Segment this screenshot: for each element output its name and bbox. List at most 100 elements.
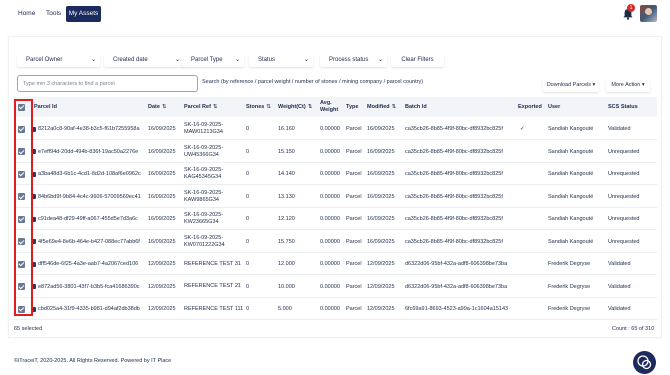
cell-exported: [520, 253, 532, 275]
sort-icon[interactable]: ⇅: [266, 104, 271, 110]
table-row[interactable]: e872ad56-3801-43f7-b3b5-fca41686390c 12/0…: [14, 276, 657, 298]
cell-parcel-id: 8212a0c8-90af-4e38-b3c5-f61b7255958a: [38, 126, 140, 132]
cell-parcel-id: c91dea48-df29-49ff-a067-455d5e7d3a6c: [38, 216, 138, 222]
table-row[interactable]: 8212a0c8-90af-4e38-b3c5-f61b7255958a 16/0…: [14, 118, 657, 140]
cell-date: 12/09/2025: [148, 283, 176, 290]
cell-weight: 15.150: [278, 148, 295, 155]
cell-weight: 13.130: [278, 193, 295, 200]
sort-icon[interactable]: ⇅: [213, 104, 218, 110]
cell-modified: 16/09/2025: [367, 238, 395, 245]
cell-stones: 0: [246, 126, 250, 132]
cell-exported: [520, 276, 532, 298]
cell-parcel-id: dff546de-6f25-4a3e-aab7-4a2067ced106: [38, 261, 139, 267]
parcel-search-input[interactable]: [17, 75, 198, 92]
cell-modified: 12/09/2025: [367, 283, 395, 290]
cell-batch-id: d6322d06-95bf-432a-adf8-606398be73ba: [405, 261, 508, 267]
chat-support-button[interactable]: [633, 351, 656, 374]
cell-modified: 16/09/2025: [367, 216, 395, 222]
cell-parcel-ref: SK-16-09-2025-KAG45345G34: [184, 167, 224, 180]
cell-parcel-id: cbd025a4-31f9-4335-b981-d94af2db38db: [38, 306, 140, 312]
cell-stones: 0: [246, 283, 250, 290]
table-row[interactable]: a3ba48d3-6b1c-4cd1-8d2d-108af6e0962c 16/0…: [14, 163, 657, 185]
cell-type: Parcel: [346, 261, 362, 267]
filter-label: Created date: [113, 57, 148, 63]
cell-parcel-id: 4f5e69e4-8e6b-464e-b427-088ec77abb6f: [38, 238, 140, 245]
col-weight[interactable]: Weight(Ct) ⇅: [278, 97, 312, 117]
filter-parcel-type[interactable]: Parcel Type ⌄: [182, 54, 244, 67]
cell-exported: ✓: [520, 126, 525, 132]
cell-date: 16/09/2025: [148, 216, 176, 222]
cell-exported: [520, 141, 532, 163]
table-row[interactable]: dff546de-6f25-4a3e-aab7-4a2067ced106 12/0…: [14, 253, 657, 275]
table-row[interactable]: cbd025a4-31f9-4335-b981-d94af2db38db 12/0…: [14, 298, 657, 320]
cell-weight: 15.750: [278, 238, 295, 245]
filter-process-status[interactable]: Process status ⌄: [320, 54, 387, 67]
sort-icon[interactable]: ⇅: [162, 104, 167, 110]
sort-icon[interactable]: ⇅: [392, 104, 397, 110]
cell-type: Parcel: [346, 126, 362, 132]
cell-stones: 0: [246, 193, 250, 200]
col-avg-weight[interactable]: Avg. Weight: [320, 97, 342, 117]
cell-parcel-ref: REFERENCE TEST 111: [184, 305, 244, 312]
cell-scs-status: Validated: [608, 261, 631, 267]
cell-stones: 0: [246, 171, 250, 177]
filter-created-date[interactable]: Created date ⌄: [104, 54, 184, 67]
table-row[interactable]: 84b6bd9f-9b84-4c4c-9606-57009569ec41 16/0…: [14, 186, 657, 208]
cell-scs-status: Unrequested: [608, 238, 640, 245]
filter-status[interactable]: Status ⌄: [249, 54, 313, 67]
download-parcels-button[interactable]: Download Parcels ▾: [543, 79, 599, 92]
cell-weight: 5.000: [278, 306, 292, 312]
col-batch-id[interactable]: Batch Id: [405, 97, 427, 117]
cell-stones: 0: [246, 148, 250, 155]
nav-tools[interactable]: Tools: [46, 6, 61, 22]
filter-parcel-owner[interactable]: Parcel Owner ⌄: [17, 54, 100, 67]
table-row[interactable]: 4f5e69e4-8e6b-464e-b427-088ec77abb6f 16/0…: [14, 231, 657, 253]
chevron-down-icon: ⌄: [377, 57, 383, 63]
cell-exported: [520, 231, 532, 253]
cell-stones: 0: [246, 216, 250, 222]
col-stones[interactable]: Stones ⇅: [246, 97, 271, 117]
cell-exported: [520, 186, 532, 208]
nav-home[interactable]: Home: [18, 6, 35, 22]
cell-avg-weight: 0.00000: [320, 171, 340, 177]
avatar[interactable]: [640, 5, 657, 22]
more-action-button[interactable]: More Action ▾: [606, 79, 650, 92]
cell-avg-weight: 0.00000: [320, 126, 340, 132]
cell-type: Parcel: [346, 238, 362, 245]
col-user[interactable]: User: [548, 97, 560, 117]
cell-avg-weight: 0.00000: [320, 216, 340, 222]
col-scs-status[interactable]: SCS Status: [608, 97, 638, 117]
table-row[interactable]: e7eff94d-20dd-494b-836f-19ac50a2276e 16/0…: [14, 141, 657, 163]
chevron-down-icon: ⌄: [174, 57, 180, 63]
cell-avg-weight: 0.00000: [320, 148, 340, 155]
col-exported[interactable]: Exported: [518, 97, 542, 117]
filter-label: Parcel Type: [191, 57, 223, 63]
cell-parcel-ref: SK-16-09-2025-UW45366G34: [184, 144, 224, 158]
cell-avg-weight: 0.00000: [320, 193, 340, 200]
cell-type: Parcel: [346, 171, 362, 177]
col-date[interactable]: Date ⇅: [148, 97, 167, 117]
cell-parcel-ref: REFERENCE TEST 21: [184, 283, 241, 289]
cell-scs-status: Validated: [608, 283, 631, 290]
nav-my-assets[interactable]: My Assets: [66, 6, 101, 22]
col-type[interactable]: Type: [346, 97, 358, 117]
table-row[interactable]: c91dea48-df29-49ff-a067-455d5e7d3a6c 16/0…: [14, 208, 657, 230]
col-parcel-id[interactable]: Parcel Id: [34, 97, 57, 117]
filter-label: Process status: [329, 57, 369, 63]
cell-exported: [520, 163, 532, 185]
cell-user: Frederik Degryse: [548, 283, 591, 290]
col-modified[interactable]: Modified ⇅: [367, 97, 396, 117]
cell-parcel-ref: SK-16-09-2025-MAW01213G34: [184, 122, 224, 135]
cell-user: Sandiah Kangouté: [548, 148, 594, 155]
cell-parcel-ref: SK-16-09-2025-KAW9865G34: [184, 189, 224, 203]
col-parcel-ref[interactable]: Parcel Ref ⇅: [184, 97, 218, 117]
cell-avg-weight: 0.00000: [320, 238, 340, 245]
cell-type: Parcel: [346, 283, 362, 290]
cell-weight: 10.000: [278, 283, 295, 290]
sort-icon[interactable]: ⇅: [308, 104, 313, 110]
cell-parcel-id: a3ba48d3-6b1c-4cd1-8d2d-108af6e0962c: [38, 171, 141, 177]
cell-date: 16/09/2025: [148, 193, 176, 200]
clear-filters-button[interactable]: Clear Filters: [391, 54, 444, 67]
checkbox-column-highlight: [14, 99, 33, 316]
cell-weight: 14.140: [278, 171, 295, 177]
